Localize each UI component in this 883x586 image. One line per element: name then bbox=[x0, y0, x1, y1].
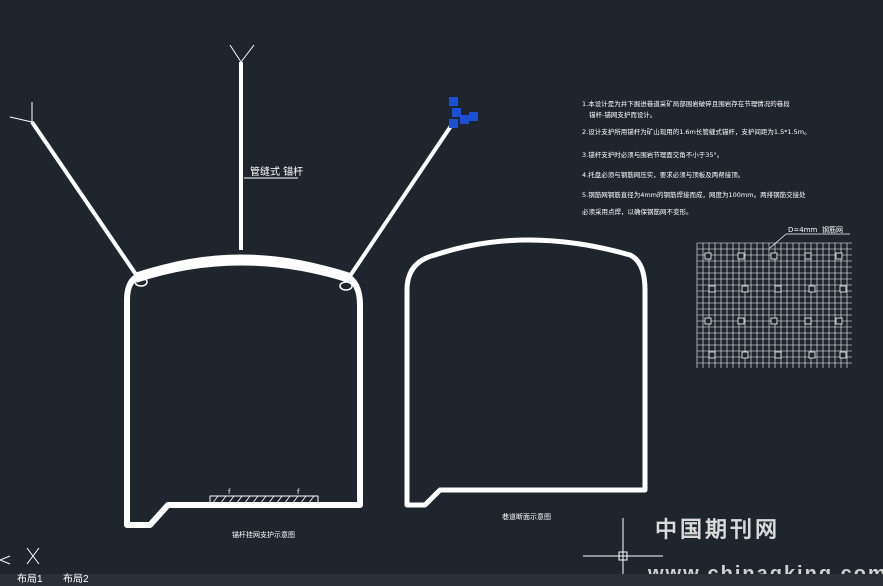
mesh-weld-point bbox=[804, 252, 812, 260]
mesh-weld-point bbox=[770, 252, 778, 260]
floor-mark-1: f bbox=[228, 488, 231, 496]
steel-mesh-grid bbox=[696, 242, 852, 368]
mesh-weld-point bbox=[737, 317, 745, 325]
caption-section: 巷道断面示意图 bbox=[502, 512, 551, 521]
design-notes: 1.本设计是为井下掘进巷道采矿局部围岩破碎且围岩存在节理情况的巷段 锚杆-锚网支… bbox=[582, 99, 811, 216]
note-line: 锚杆-锚网支护而设计。 bbox=[589, 110, 656, 119]
mesh-weld-point bbox=[808, 351, 816, 359]
mesh-dia-label: D=4mm bbox=[788, 226, 818, 234]
mesh-weld-point bbox=[737, 252, 745, 260]
layout-tabs: 布局1 布局2 bbox=[0, 574, 883, 586]
bolt-label: 管缝式 锚杆 bbox=[250, 165, 303, 178]
selection-grips[interactable] bbox=[449, 97, 478, 128]
note-line: 必须采用点焊，以确保钢筋网不变形。 bbox=[582, 207, 693, 216]
mesh-weld-point bbox=[704, 252, 712, 260]
tab-layout2[interactable]: 布局2 bbox=[63, 574, 89, 586]
mesh-weld-point bbox=[839, 285, 847, 293]
tunnel-support-outline bbox=[124, 254, 363, 528]
mesh-name-label: 钢筋网 bbox=[822, 225, 843, 234]
mesh-weld-point bbox=[835, 252, 843, 260]
note-line: 1.本设计是为井下掘进巷道采矿局部围岩破碎且围岩存在节理情况的巷段 bbox=[582, 99, 790, 108]
mesh-label-leader bbox=[769, 233, 787, 249]
caption-support: 锚杆挂网支护示意图 bbox=[232, 530, 295, 539]
arch-lining bbox=[133, 255, 352, 283]
tunnel-section-outline bbox=[404, 237, 648, 508]
mesh-weld-point bbox=[741, 285, 749, 293]
mesh-weld-point bbox=[704, 317, 712, 325]
note-line: 2.设计支护所用锚杆为矿山现用的1.6m长管缝式锚杆，支护间距为1.5*1.5m… bbox=[582, 127, 811, 136]
floor-mark-2: f bbox=[297, 488, 300, 496]
mesh-weld-point bbox=[808, 285, 816, 293]
cad-drawing-canvas[interactable]: 管缝式 锚杆 f f 锚杆挂网支护示意图 巷道断面示意图 1.本设计是为井下掘进… bbox=[0, 0, 883, 586]
watermark-cn: 中国期刊网 bbox=[655, 517, 781, 543]
mesh-weld-point bbox=[770, 317, 778, 325]
right-bolt-plate bbox=[339, 281, 353, 291]
mesh-weld-point bbox=[708, 285, 716, 293]
ucs-icon bbox=[0, 547, 40, 565]
mesh-weld-point bbox=[708, 351, 716, 359]
note-line: 4.托盘必须与钢筋网压实，要求必须与顶板及两帮接顶。 bbox=[582, 170, 744, 179]
mesh-weld-point bbox=[839, 351, 847, 359]
left-bolt-fork bbox=[9, 102, 33, 123]
note-line: 3.锚杆支护时必须与围岩节理面交角不小于35°。 bbox=[582, 150, 723, 159]
left-bolt bbox=[30, 120, 139, 278]
mesh-weld-point bbox=[774, 351, 782, 359]
center-bolt-fork bbox=[229, 44, 255, 63]
mesh-weld-point bbox=[804, 317, 812, 325]
mesh-weld-point bbox=[835, 317, 843, 325]
mesh-weld-point bbox=[741, 351, 749, 359]
tab-layout1[interactable]: 布局1 bbox=[17, 574, 43, 586]
mesh-weld-point bbox=[774, 285, 782, 293]
note-line: 5.钢筋网钢筋直径为4mm的钢筋焊接而成，网度为100mm。两排钢筋交接处 bbox=[582, 190, 806, 199]
